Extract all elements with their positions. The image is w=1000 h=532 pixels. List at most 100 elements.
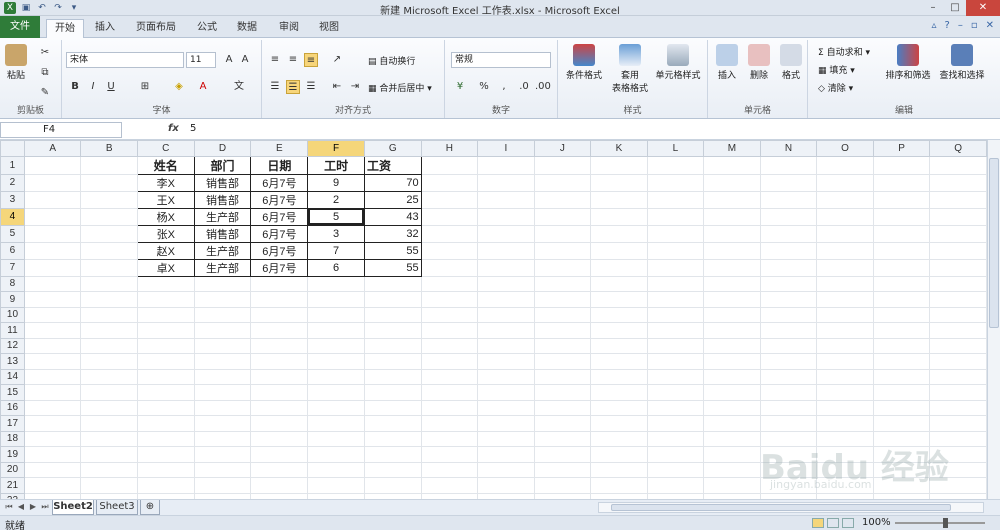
cell-g2[interactable]: 70 [363, 173, 422, 192]
cell-a18[interactable] [23, 430, 82, 447]
row-header[interactable]: 2 [0, 173, 25, 192]
cell-c5[interactable]: 张X [136, 224, 195, 243]
cell-l15[interactable] [646, 384, 705, 401]
cell-q13[interactable] [929, 353, 987, 370]
column-header-c[interactable]: C [136, 140, 195, 157]
cell-j15[interactable] [533, 384, 592, 401]
cell-n2[interactable] [759, 173, 818, 192]
cell-f5[interactable]: 3 [307, 224, 365, 243]
workbook-minimize-icon[interactable]: – [958, 20, 963, 31]
cell-b1[interactable] [80, 155, 138, 175]
row-header[interactable]: 10 [0, 306, 25, 323]
cell-q10[interactable] [929, 306, 987, 323]
cell-a9[interactable] [23, 291, 82, 308]
cell-q7[interactable] [929, 258, 987, 277]
tab-insert[interactable]: 插入 [88, 19, 122, 38]
page-break-view-icon[interactable] [842, 518, 854, 528]
cell-k20[interactable] [590, 461, 648, 478]
cell-f15[interactable] [307, 384, 365, 401]
cell-h8[interactable] [420, 275, 479, 292]
cell-c4[interactable]: 杨X [136, 207, 195, 226]
cell-k17[interactable] [590, 415, 648, 432]
cell-o12[interactable] [816, 337, 874, 354]
cell-m9[interactable] [703, 291, 761, 308]
zoom-slider-knob[interactable] [943, 518, 948, 528]
column-header-g[interactable]: G [363, 140, 422, 157]
cell-f13[interactable] [307, 353, 365, 370]
cell-k15[interactable] [590, 384, 648, 401]
cell-p12[interactable] [872, 337, 931, 354]
cell-a8[interactable] [23, 275, 82, 292]
new-sheet-icon[interactable]: ⊕ [140, 500, 160, 515]
cell-b21[interactable] [80, 477, 138, 494]
row-header[interactable]: 8 [0, 275, 25, 292]
name-box[interactable]: F4 [0, 122, 122, 138]
cell-p7[interactable] [872, 258, 931, 277]
cell-n5[interactable] [759, 224, 818, 243]
cell-j7[interactable] [533, 258, 592, 277]
cell-o9[interactable] [816, 291, 874, 308]
cell-e14[interactable] [250, 368, 309, 385]
vertical-scrollbar[interactable] [987, 140, 1000, 499]
cell-e20[interactable] [250, 461, 309, 478]
cell-a4[interactable] [23, 207, 82, 226]
cell-l8[interactable] [646, 275, 705, 292]
cell-h2[interactable] [420, 173, 479, 192]
orientation-icon[interactable]: ↗ [330, 53, 344, 67]
row-header[interactable]: 6 [0, 241, 25, 260]
cell-j14[interactable] [533, 368, 592, 385]
cell-h16[interactable] [420, 399, 479, 416]
cell-a15[interactable] [23, 384, 82, 401]
cell-i20[interactable] [477, 461, 535, 478]
cell-k2[interactable] [590, 173, 648, 192]
row-header[interactable]: 13 [0, 353, 25, 370]
column-header-n[interactable]: N [759, 140, 818, 157]
cell-q21[interactable] [929, 477, 987, 494]
cell-l11[interactable] [646, 322, 705, 339]
cell-f17[interactable] [307, 415, 365, 432]
column-header-q[interactable]: Q [929, 140, 987, 157]
row-header[interactable]: 5 [0, 224, 25, 243]
cell-c21[interactable] [136, 477, 195, 494]
cell-h3[interactable] [420, 190, 479, 209]
cell-k4[interactable] [590, 207, 648, 226]
cell-h6[interactable] [420, 241, 479, 260]
cell-d11[interactable] [193, 322, 252, 339]
cell-a5[interactable] [23, 224, 82, 243]
phonetic-icon[interactable]: 文 [232, 80, 246, 94]
cell-g13[interactable] [363, 353, 422, 370]
cell-i9[interactable] [477, 291, 535, 308]
worksheet-grid[interactable]: A B C D E F G H I J K L M N O P Q 1 姓名 部门 日期 工时 工资 2 李X 销售部 6月7号 9 7… [0, 140, 987, 499]
tab-page-layout[interactable]: 页面布局 [132, 19, 180, 38]
cell-h19[interactable] [420, 446, 479, 463]
font-size-select[interactable]: 11 [186, 52, 216, 68]
cell-h5[interactable] [420, 224, 479, 243]
cell-e21[interactable] [250, 477, 309, 494]
cell-f12[interactable] [307, 337, 365, 354]
cell-g5[interactable]: 32 [363, 224, 422, 243]
cell-e8[interactable] [250, 275, 309, 292]
cell-c18[interactable] [136, 430, 195, 447]
cell-f9[interactable] [307, 291, 365, 308]
cell-p17[interactable] [872, 415, 931, 432]
cell-i8[interactable] [477, 275, 535, 292]
cell-e4[interactable]: 6月7号 [250, 207, 309, 226]
cell-h21[interactable] [420, 477, 479, 494]
cell-n10[interactable] [759, 306, 818, 323]
cell-a2[interactable] [23, 173, 82, 192]
minimize-ribbon-icon[interactable]: ▵ [931, 20, 936, 31]
cell-h11[interactable] [420, 322, 479, 339]
cell-a16[interactable] [23, 399, 82, 416]
cell-m21[interactable] [703, 477, 761, 494]
cell-e11[interactable] [250, 322, 309, 339]
cell-e19[interactable] [250, 446, 309, 463]
column-header-j[interactable]: J [533, 140, 592, 157]
cell-n21[interactable] [759, 477, 818, 494]
normal-view-icon[interactable] [812, 518, 824, 528]
cell-g3[interactable]: 25 [363, 190, 422, 209]
cell-l18[interactable] [646, 430, 705, 447]
wrap-text-button[interactable]: ▤ 自动换行 [368, 54, 415, 67]
cell-n9[interactable] [759, 291, 818, 308]
column-header-e[interactable]: E [250, 140, 309, 157]
cell-p20[interactable] [872, 461, 931, 478]
